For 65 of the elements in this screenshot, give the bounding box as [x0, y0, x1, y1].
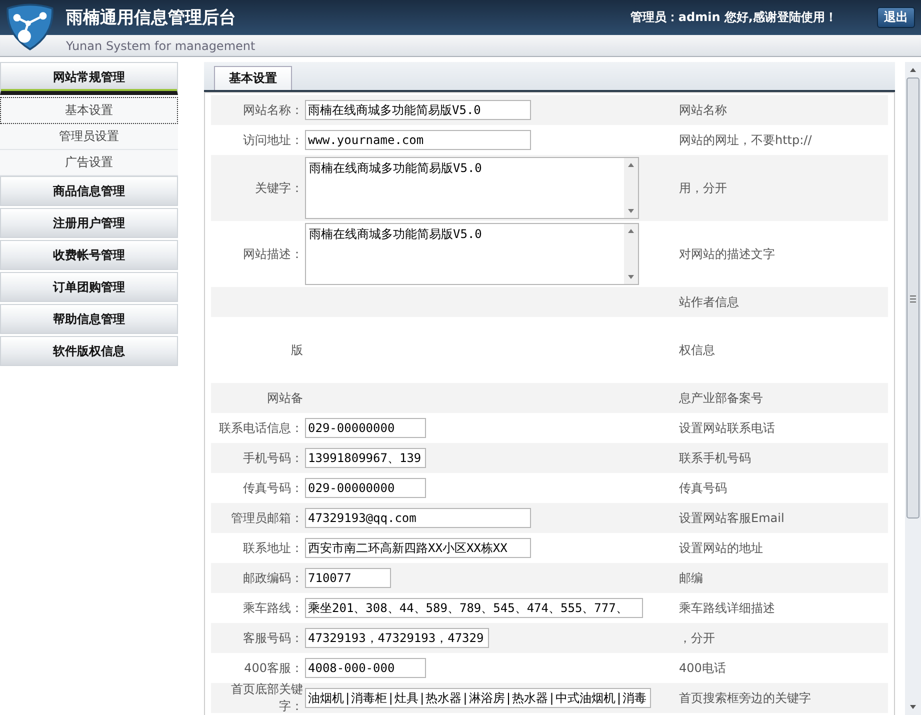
- menu-group[interactable]: 订单团购管理: [0, 272, 178, 302]
- field-label: 客服号码：: [243, 630, 303, 644]
- menu-group[interactable]: 帮助信息管理: [0, 304, 178, 334]
- input-field[interactable]: 油烟机|消毒柜|灶具|热水器|淋浴房|热水器|中式油烟机|消毒: [305, 688, 651, 708]
- menu-group[interactable]: 软件版权信息: [0, 336, 178, 366]
- field-label: 网站名称：: [243, 102, 303, 116]
- input-field[interactable]: www.yourname.com: [305, 130, 531, 150]
- input-field[interactable]: 西安市南二环高新四路XX小区XX栋XX: [305, 538, 531, 558]
- app-subtitle: Yunan System for management: [66, 38, 256, 52]
- input-field[interactable]: 47329193@qq.com: [305, 508, 531, 528]
- menu-group[interactable]: 收费帐号管理: [0, 240, 178, 270]
- field-label: 首页底部关键字：: [231, 682, 303, 713]
- input-field[interactable]: 710077: [305, 568, 391, 588]
- field-label: 联系地址：: [243, 540, 303, 554]
- field-hint: 首页搜索框旁边的关键字: [679, 690, 811, 704]
- input-field[interactable]: 029-00000000: [305, 418, 426, 438]
- field-label: 网站描述：: [243, 246, 303, 260]
- welcome-text: 管理员：admin 您好,感谢登陆使用！: [630, 9, 837, 26]
- field-hint: 站作者信息: [679, 294, 739, 308]
- field-hint: 乘车路线详细描述: [679, 600, 775, 614]
- input-field[interactable]: 4008-000-000: [305, 658, 426, 678]
- field-label: 网站备: [267, 390, 303, 404]
- field-hint: 对网站的描述文字: [679, 246, 775, 260]
- tab[interactable]: 基本设置: [214, 66, 292, 90]
- input-field[interactable]: 乘坐201、308、44、589、789、545、474、555、777、: [305, 598, 643, 618]
- logout-button[interactable]: 退出: [877, 7, 915, 28]
- field-hint: 权信息: [679, 342, 715, 356]
- field-label: 访问地址：: [243, 132, 303, 146]
- app-title: 雨楠通用信息管理后台: [66, 7, 236, 29]
- field-hint: 邮编: [679, 570, 703, 584]
- field-hint: 400电话: [679, 660, 726, 674]
- input-field[interactable]: 13991809967、139: [305, 448, 426, 468]
- field-label: 乘车路线：: [243, 600, 303, 614]
- input-field[interactable]: 029-00000000: [305, 478, 426, 498]
- scrollbar[interactable]: [905, 62, 921, 715]
- field-label: 关键字：: [255, 180, 303, 194]
- field-label: 联系电话信息：: [219, 420, 303, 434]
- field-hint: 传真号码: [679, 480, 727, 494]
- field-label: 传真号码：: [243, 480, 303, 494]
- menu-group[interactable]: 注册用户管理: [0, 208, 178, 238]
- menu-group[interactable]: 商品信息管理: [0, 176, 178, 206]
- field-hint: 设置网站的地址: [679, 540, 763, 554]
- field-hint: 网站的网址，不要http://: [679, 132, 812, 146]
- input-field[interactable]: 47329193，47329193，47329: [305, 628, 489, 648]
- field-hint: ，分开: [679, 630, 715, 644]
- menu-item[interactable]: 基本设置: [0, 97, 178, 124]
- scrollbar[interactable]: [624, 224, 638, 284]
- field-hint: 联系手机号码: [679, 450, 751, 464]
- field-hint: 用，分开: [679, 180, 727, 194]
- menu-item[interactable]: 广告设置: [0, 150, 178, 176]
- text-area[interactable]: 雨楠在线商城多功能简易版V5.0: [305, 157, 639, 219]
- field-hint: 设置网站联系电话: [679, 420, 775, 434]
- field-hint: 网站名称: [679, 102, 727, 116]
- field-hint: 设置网站客服Email: [679, 510, 784, 524]
- field-label: 400客服：: [244, 660, 303, 674]
- menu-group[interactable]: 网站常规管理: [0, 62, 178, 95]
- field-label: 邮政编码：: [243, 570, 303, 584]
- field-hint: 息产业部备案号: [679, 390, 763, 404]
- field-label: 管理员邮箱：: [231, 510, 303, 524]
- scrollbar[interactable]: [624, 158, 638, 218]
- field-label: 手机号码：: [243, 450, 303, 464]
- menu-item[interactable]: 管理员设置: [0, 124, 178, 150]
- field-label: 版: [291, 342, 303, 356]
- input-field[interactable]: 雨楠在线商城多功能简易版V5.0: [305, 100, 531, 120]
- text-area[interactable]: 雨楠在线商城多功能简易版V5.0: [305, 223, 639, 285]
